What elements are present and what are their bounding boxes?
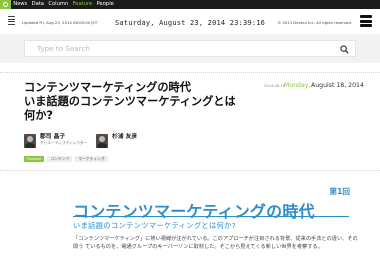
author-avatar <box>24 134 36 148</box>
search-placeholder: Type to Search <box>37 44 90 53</box>
nav-item-people[interactable]: People <box>94 0 116 9</box>
series-number: 第1回 <box>329 187 350 196</box>
author-avatar <box>96 134 108 148</box>
top-navigation: News Data Column Feature People <box>0 0 380 9</box>
nav-item-news[interactable]: News <box>11 0 29 9</box>
hero-subtitle: いま話題のコンテンツマーケティングとは何か? <box>73 221 236 230</box>
divider <box>0 72 380 73</box>
copyright-text: © 2013 Dentsu Inc. All rights reserved. <box>277 20 352 25</box>
article-title-line: コンテンツマーケティングの時代 <box>24 81 191 94</box>
nav-item-data[interactable]: Data <box>29 0 46 9</box>
author-role: クリエーティブディレクター <box>40 141 88 145</box>
nav-item-feature[interactable]: Feature <box>70 0 94 9</box>
author-card[interactable]: 杉浦 友彦 <box>96 134 137 148</box>
author-card[interactable]: 郡司 晶子 クリエーティブディレクター <box>24 134 87 148</box>
article-title: コンテンツマーケティングの時代 いま話題のコンテンツマーケティングとは 何か? <box>24 81 284 124</box>
site-header: Updated Fri, Aug 23, 2014 06:00:00 JST S… <box>0 9 380 34</box>
search-icon[interactable] <box>340 45 349 54</box>
hero-body-text: 「コンテンツマーケティング」に熱い視線が注がれている。このアプローチが注目される… <box>73 236 358 250</box>
hero-title-underline <box>73 216 349 217</box>
article-title-line: 何か? <box>24 109 53 123</box>
home-logo-icon[interactable] <box>0 0 11 9</box>
tag-feature[interactable]: Feature <box>24 156 45 163</box>
article-title-line: いま話題のコンテンツマーケティングとは <box>24 95 236 109</box>
publish-day: Monday, <box>284 82 311 89</box>
hero-title: コンテンツマーケティングの時代 <box>73 202 315 221</box>
tag-contents[interactable]: コンテンツ <box>47 156 73 163</box>
tag-marketing[interactable]: マーケティング <box>75 156 108 163</box>
nav-item-column[interactable]: Column <box>46 0 70 9</box>
tag-list: Feature コンテンツ マーケティング <box>24 156 111 163</box>
masthead-logo-icon[interactable] <box>358 15 374 27</box>
publish-date: Auguist 18, 2014 <box>311 82 364 89</box>
article-date-small: 2014.08.18 <box>264 84 286 88</box>
author-name: 杉浦 友彦 <box>112 134 138 140</box>
author-name: 郡司 晶子 <box>40 134 66 140</box>
divider <box>0 170 380 171</box>
search-band: Type to Search <box>0 34 380 63</box>
search-input[interactable]: Type to Search <box>24 40 356 57</box>
